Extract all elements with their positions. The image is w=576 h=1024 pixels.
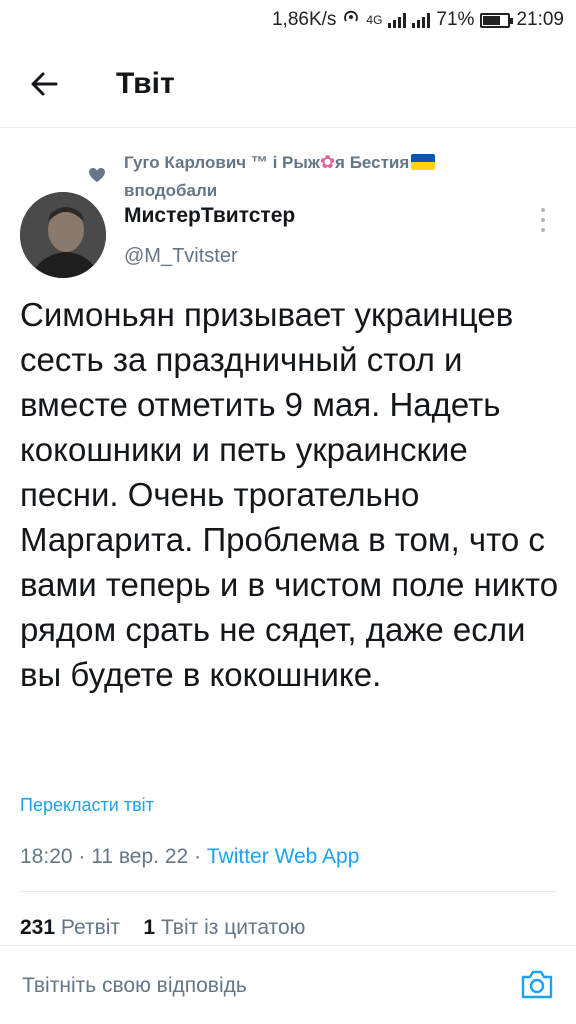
liked-suffix: вподобали	[124, 181, 218, 200]
top-app-bar: Твіт	[0, 40, 576, 128]
author-name[interactable]: МистерТвитстер	[124, 204, 295, 228]
heart-icon	[89, 168, 105, 182]
tweet-source-link[interactable]: Twitter Web App	[207, 845, 360, 868]
network-type: 4G	[366, 13, 383, 27]
ukraine-flag-icon	[411, 154, 436, 170]
tweet-meta: 18:20 · 11 вер. 22 · Twitter Web App	[20, 845, 359, 869]
hotspot-icon	[342, 8, 360, 32]
battery-icon	[480, 12, 514, 28]
retweets-label: Ретвіт	[60, 916, 121, 939]
signal-icon	[388, 12, 407, 28]
quotes-count: 1	[143, 916, 156, 939]
meta-separator: ·	[78, 845, 86, 868]
status-bar: 1,86K/s 4G 71% 21:09	[0, 0, 576, 40]
reply-input[interactable]: Твітніть свою відповідь	[22, 974, 247, 998]
status-indicators: 1,86K/s 4G 71% 21:09	[272, 8, 564, 32]
liked-by-text: Гуго Карлович ™ і Рыж✿я Бестия вподобали	[124, 148, 524, 205]
network-speed: 1,86K/s	[271, 9, 337, 30]
translate-tweet-link[interactable]: Перекласти твіт	[20, 795, 154, 816]
more-vertical-icon[interactable]	[537, 206, 549, 234]
battery-fill	[483, 15, 501, 25]
tweet-text: Симоньян призывает украинцев сесть за пр…	[20, 296, 559, 693]
retweets-stat[interactable]: 231 Ретвіт	[20, 916, 120, 939]
tweet-time: 18:20	[20, 845, 73, 868]
liker-names-part2: я Бестия	[335, 153, 410, 172]
arrow-left-icon	[31, 72, 58, 96]
avatar[interactable]	[20, 192, 106, 278]
quotes-label: Твіт із цитатою	[160, 916, 306, 939]
avatar-image	[20, 192, 106, 278]
battery-percent: 71%	[436, 9, 475, 30]
retweets-count: 231	[20, 916, 56, 939]
tweet-date: 11 вер. 22	[91, 845, 189, 868]
page-title: Твіт	[116, 67, 175, 100]
tweet-stats: 231 Ретвіт 1 Твіт із цитатою	[20, 916, 305, 940]
back-button[interactable]	[26, 66, 62, 102]
author-handle[interactable]: @M_Tvitster	[124, 245, 238, 268]
flower-emoji-icon: ✿	[319, 152, 336, 172]
camera-icon[interactable]	[520, 968, 554, 1000]
liker-names-part1: Гуго Карлович ™ і Рыж	[124, 153, 320, 172]
clock: 21:09	[516, 9, 564, 30]
reply-composer[interactable]: Твітніть свою відповідь	[0, 945, 576, 1024]
divider	[20, 891, 557, 892]
meta-separator: ·	[194, 845, 202, 868]
signal-icon-2	[412, 12, 431, 28]
quotes-stat[interactable]: 1 Твіт із цитатою	[143, 916, 305, 939]
